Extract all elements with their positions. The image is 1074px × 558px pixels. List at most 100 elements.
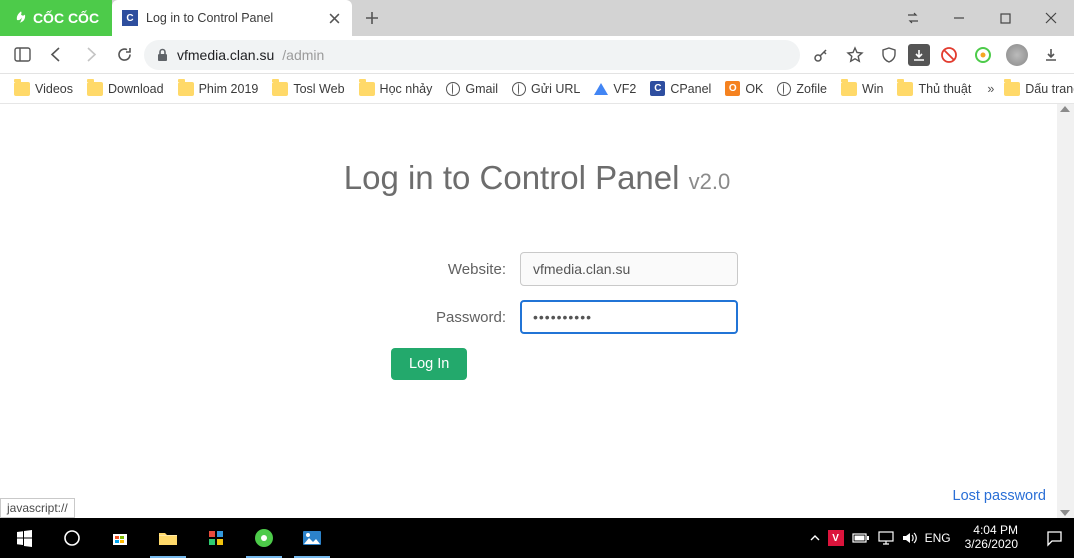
new-tab-button[interactable] (358, 4, 386, 32)
action-center-button[interactable] (1034, 518, 1074, 558)
close-icon (1045, 12, 1057, 24)
folder-icon (272, 82, 288, 96)
window-minimize-button[interactable] (936, 0, 982, 36)
vertical-scrollbar[interactable] (1057, 104, 1074, 518)
reload-button[interactable] (110, 41, 138, 69)
bookmark-item[interactable]: VF2 (590, 80, 640, 98)
spacer (207, 348, 391, 380)
password-row: Password: (336, 300, 738, 334)
bookmark-label: Zofile (796, 82, 827, 96)
folder-icon (178, 82, 194, 96)
extension-coccoc-button[interactable] (968, 41, 998, 69)
clock-date: 3/26/2020 (965, 538, 1018, 552)
password-label: Password: (336, 309, 506, 326)
bookmark-item[interactable]: Tosl Web (268, 80, 348, 98)
image-icon (302, 530, 322, 546)
taskbar-app-red[interactable] (192, 518, 240, 558)
notification-icon (1046, 530, 1063, 547)
taskbar-photos[interactable] (288, 518, 336, 558)
bookmark-item[interactable]: CCPanel (646, 79, 715, 98)
tray-chevron-up[interactable] (810, 533, 820, 543)
title-main: Log in to Control Panel (344, 159, 689, 196)
coccoc-leaf-icon (13, 10, 29, 26)
bookmark-label: VF2 (613, 82, 636, 96)
arrow-left-icon (48, 46, 65, 63)
speaker-icon (902, 531, 917, 545)
window-account-button[interactable] (890, 0, 936, 36)
taskbar-file-explorer[interactable] (144, 518, 192, 558)
globe-icon (777, 82, 791, 96)
bookmark-item[interactable]: Phim 2019 (174, 80, 263, 98)
bookmark-label: OK (745, 82, 763, 96)
back-button[interactable] (42, 41, 70, 69)
bookmark-item[interactable]: Thủ thuật (893, 80, 975, 98)
other-bookmarks-label: Dấu trang khác (1025, 82, 1074, 96)
bookmarks-overflow-chevron[interactable]: » (987, 82, 994, 96)
tray-v-app[interactable]: V (828, 530, 844, 546)
title-version: v2.0 (689, 169, 731, 194)
tray-network[interactable] (878, 531, 894, 545)
taskbar-store[interactable] (96, 518, 144, 558)
website-input[interactable] (520, 252, 738, 286)
browser-tab[interactable]: C Log in to Control Panel (112, 0, 352, 36)
coccoc-icon (254, 528, 274, 548)
bookmark-item[interactable]: Gửi URL (508, 80, 584, 98)
login-button[interactable]: Log In (391, 348, 467, 380)
coccoc-circle-icon (974, 46, 992, 64)
circle-icon (63, 529, 81, 547)
panel-toggle-button[interactable] (8, 41, 36, 69)
bookmark-item[interactable]: Học nhảy (355, 80, 437, 98)
tray-language[interactable]: ENG (925, 531, 951, 545)
coccoc-logo[interactable]: CỐC CỐC (0, 0, 112, 36)
bookmark-item[interactable]: Win (837, 80, 888, 98)
website-row: Website: (336, 252, 738, 286)
taskbar-clock[interactable]: 4:04 PM 3/26/2020 (959, 524, 1024, 552)
password-input[interactable] (520, 300, 738, 334)
shield-button[interactable] (874, 41, 904, 69)
taskbar-coccoc[interactable] (240, 518, 288, 558)
bookmark-item[interactable]: Zofile (773, 80, 831, 98)
page-viewport: Log in to Control Panel v2.0 Website: Pa… (0, 104, 1074, 518)
bookmark-label: Win (862, 82, 884, 96)
tab-close-button[interactable] (326, 10, 342, 26)
clock-time: 4:04 PM (965, 524, 1018, 538)
url-path: /admin (282, 47, 324, 63)
tray-volume[interactable] (902, 531, 917, 545)
window-close-button[interactable] (1028, 0, 1074, 36)
start-button[interactable] (0, 518, 48, 558)
extension-noscript-button[interactable] (934, 41, 964, 69)
download-arrow-button[interactable] (1036, 41, 1066, 69)
bookmark-item[interactable]: Gmail (442, 80, 502, 98)
status-text: javascript:// (7, 501, 68, 515)
bookmark-item[interactable]: Videos (10, 80, 77, 98)
address-bar[interactable]: vfmedia.clan.su/admin (144, 40, 800, 70)
tray-battery[interactable] (852, 532, 870, 544)
bookmark-item[interactable]: Download (83, 80, 168, 98)
drive-icon (594, 83, 608, 95)
bookmark-label: Gmail (465, 82, 498, 96)
password-key-button[interactable] (806, 41, 836, 69)
page-title: Log in to Control Panel v2.0 (207, 159, 867, 197)
lock-icon (156, 48, 169, 62)
tab-favicon-icon: C (122, 10, 138, 26)
store-icon (111, 529, 129, 547)
folder-icon (897, 82, 913, 96)
maximize-icon (1000, 13, 1011, 24)
download-button[interactable] (908, 44, 930, 66)
minimize-icon (953, 12, 965, 24)
lost-password-link[interactable]: Lost password (953, 488, 1047, 504)
forward-button (76, 41, 104, 69)
window-controls (890, 0, 1074, 36)
other-bookmarks-button[interactable]: Dấu trang khác (1000, 80, 1074, 98)
cortana-button[interactable] (48, 518, 96, 558)
scroll-up-icon (1060, 106, 1070, 112)
login-form: Website: Password: Log In (207, 252, 867, 380)
scroll-down-icon (1060, 510, 1070, 516)
download-arrow-icon (1043, 47, 1059, 63)
folder-icon (841, 82, 857, 96)
bookmarks-bar: Videos Download Phim 2019 Tosl Web Học nhảy G… (0, 74, 1074, 104)
bookmark-star-button[interactable] (840, 41, 870, 69)
window-maximize-button[interactable] (982, 0, 1028, 36)
profile-avatar-button[interactable] (1002, 41, 1032, 69)
bookmark-item[interactable]: OOK (721, 79, 767, 98)
